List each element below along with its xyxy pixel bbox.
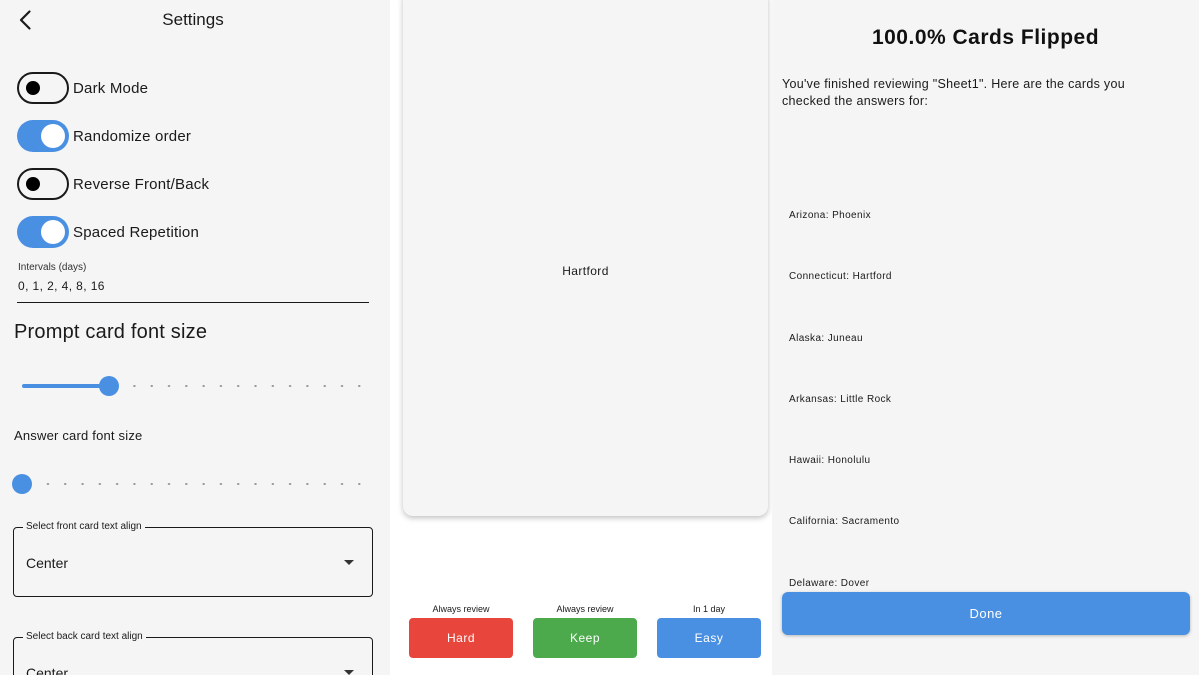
toggle-row-spaced-repetition: Spaced Repetition bbox=[17, 215, 199, 249]
list-item: Arizona: Phoenix bbox=[789, 210, 872, 221]
toggle-row-reverse-front-back: Reverse Front/Back bbox=[17, 167, 209, 201]
toggle-row-randomize-order: Randomize order bbox=[17, 119, 191, 153]
answer-font-size-slider[interactable] bbox=[12, 474, 368, 494]
toggle-row-dark-mode: Dark Mode bbox=[17, 71, 148, 105]
switch-knob bbox=[26, 81, 40, 95]
card-review-panel: Hartford Always review Hard Always revie… bbox=[393, 0, 778, 675]
dropdown-arrow-icon bbox=[344, 670, 354, 675]
back-align-value: Center bbox=[26, 665, 69, 675]
prompt-font-size-slider[interactable] bbox=[22, 376, 368, 396]
grade-easy: In 1 day Easy bbox=[657, 604, 761, 658]
flashcard[interactable]: Hartford bbox=[403, 0, 768, 516]
front-align-select[interactable]: Select front card text align Center bbox=[13, 521, 373, 597]
easy-button[interactable]: Easy bbox=[657, 618, 761, 658]
randomize-order-label: Randomize order bbox=[73, 127, 192, 145]
list-item: Arkansas: Little Rock bbox=[789, 394, 892, 405]
intervals-underline bbox=[17, 302, 369, 303]
slider-thumb[interactable] bbox=[12, 474, 32, 494]
reverse-front-back-switch[interactable] bbox=[17, 168, 69, 200]
answer-font-size-title: Answer card font size bbox=[14, 428, 143, 443]
slider-thumb[interactable] bbox=[98, 376, 119, 396]
page-title: Settings bbox=[162, 10, 224, 29]
spaced-repetition-label: Spaced Repetition bbox=[73, 223, 199, 241]
slider-active-track bbox=[22, 384, 109, 388]
summary-panel: 100.0% Cards Flipped You've finished rev… bbox=[772, 0, 1199, 675]
hard-button[interactable]: Hard bbox=[409, 618, 513, 658]
switch-knob bbox=[41, 124, 65, 148]
grade-keep: Always review Keep bbox=[533, 604, 637, 658]
settings-panel: Settings Dark Mode Randomize order Rever… bbox=[0, 0, 390, 675]
done-button[interactable]: Done bbox=[782, 592, 1190, 635]
flashcard-text: Hartford bbox=[562, 264, 609, 278]
dark-mode-label: Dark Mode bbox=[73, 79, 149, 97]
list-item: Connecticut: Hartford bbox=[789, 271, 892, 282]
list-item: Alaska: Juneau bbox=[789, 333, 863, 344]
grade-hard: Always review Hard bbox=[409, 604, 513, 658]
reverse-front-back-label: Reverse Front/Back bbox=[73, 175, 210, 193]
back-align-select[interactable]: Select back card text align Center bbox=[13, 631, 373, 675]
back-align-label: Select back card text align bbox=[23, 631, 146, 642]
slider-ticks bbox=[22, 483, 368, 485]
spaced-repetition-switch[interactable] bbox=[17, 216, 69, 248]
switch-knob bbox=[26, 177, 40, 191]
grade-caption: Always review bbox=[432, 604, 490, 614]
keep-button[interactable]: Keep bbox=[533, 618, 637, 658]
list-item: California: Sacramento bbox=[789, 516, 900, 527]
prompt-font-size-title: Prompt card font size bbox=[14, 321, 208, 343]
randomize-order-switch[interactable] bbox=[17, 120, 69, 152]
switch-knob bbox=[41, 220, 65, 244]
list-item: Delaware: Dover bbox=[789, 578, 870, 589]
intervals-label: Intervals (days) bbox=[18, 262, 87, 273]
list-item: Hawaii: Honolulu bbox=[789, 455, 871, 466]
front-align-value: Center bbox=[26, 555, 69, 571]
summary-title: 100.0% Cards Flipped bbox=[871, 26, 1100, 49]
grade-caption: Always review bbox=[556, 604, 614, 614]
grade-caption: In 1 day bbox=[692, 604, 726, 614]
intervals-input[interactable]: 0, 1, 2, 4, 8, 16 bbox=[18, 279, 105, 293]
dropdown-arrow-icon bbox=[344, 560, 354, 565]
dark-mode-switch[interactable] bbox=[17, 72, 69, 104]
summary-description: You've finished reviewing "Sheet1". Here… bbox=[782, 77, 1125, 108]
front-align-label: Select front card text align bbox=[23, 521, 145, 532]
